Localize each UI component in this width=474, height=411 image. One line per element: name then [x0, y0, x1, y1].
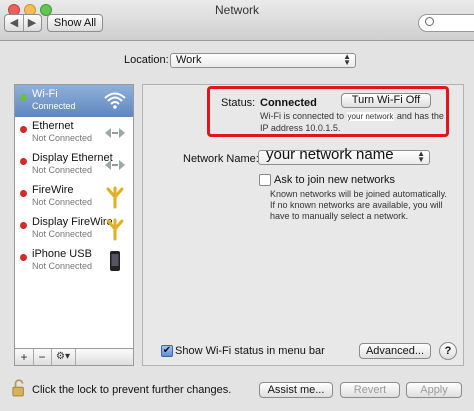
- service-name: Ethernet: [32, 120, 74, 132]
- ask-join-desc-line: Known networks will be joined automatica…: [270, 189, 447, 199]
- service-name: iPhone USB: [32, 248, 92, 260]
- service-status: Not Connected: [32, 261, 93, 271]
- status-value: Connected: [260, 97, 317, 109]
- ethernet-icon: [105, 128, 125, 138]
- service-name: FireWire: [32, 184, 74, 196]
- show-status-checkbox[interactable]: ✔: [161, 345, 173, 357]
- turn-wifi-off-button[interactable]: Turn Wi-Fi Off: [341, 93, 431, 108]
- location-label: Location:: [124, 54, 169, 66]
- status-dot: [20, 222, 27, 229]
- ask-join-description: Known networks will be joined automatica…: [270, 189, 447, 222]
- firewire-icon: [106, 218, 124, 241]
- lock-text: Click the lock to prevent further change…: [32, 384, 232, 396]
- ask-join-checkbox[interactable]: [259, 174, 271, 186]
- search-icon: [425, 17, 434, 26]
- ask-join-desc-line: If no known networks are available, you …: [270, 200, 443, 210]
- ask-join-label[interactable]: Ask to join new networks: [274, 174, 395, 186]
- ask-join-desc-line: have to manually select a network.: [270, 211, 409, 221]
- advanced-button[interactable]: Advanced...: [359, 343, 431, 359]
- iphone-icon: [110, 251, 120, 271]
- remove-service-button[interactable]: −: [33, 349, 52, 365]
- ip-address-text: IP address 10.0.1.5.: [260, 123, 341, 133]
- network-name-label: Network Name:: [183, 153, 259, 165]
- status-dot: [20, 190, 27, 197]
- show-all-button[interactable]: Show All: [47, 14, 103, 32]
- status-label: Status:: [221, 97, 256, 109]
- sidebar-item-firewire[interactable]: FireWire Not Connected: [15, 181, 133, 213]
- back-button[interactable]: ◀: [5, 15, 24, 31]
- sidebar-item-wifi[interactable]: Wi-Fi Connected: [15, 85, 133, 117]
- search-field[interactable]: [418, 14, 474, 32]
- chevron-updown-icon: ▲ ▼: [417, 149, 425, 164]
- chevron-updown-icon: ▲ ▼: [343, 52, 351, 67]
- back-forward-control: ◀ ▶: [4, 14, 42, 32]
- add-service-button[interactable]: +: [15, 349, 34, 365]
- network-name-overlay: your network: [346, 112, 395, 121]
- service-name: Display Ethernet: [32, 152, 113, 164]
- service-status: Not Connected: [32, 133, 93, 143]
- revert-button[interactable]: Revert: [340, 382, 400, 398]
- status-desc-prefix: Wi-Fi is connected to: [260, 111, 345, 121]
- status-dot: [20, 126, 27, 133]
- service-status: Not Connected: [32, 229, 93, 239]
- status-dot: [20, 158, 27, 165]
- service-name: Wi-Fi: [32, 88, 58, 100]
- sidebar-item-display-firewire[interactable]: Display FireWire Not Connected: [15, 213, 133, 245]
- status-desc-suffix: and has the: [396, 111, 444, 121]
- title-bar: Network ◀ ▶ Show All: [0, 0, 474, 41]
- sidebar-item-iphone-usb[interactable]: iPhone USB Not Connected: [15, 245, 133, 277]
- show-status-label[interactable]: Show Wi-Fi status in menu bar: [175, 345, 325, 357]
- apply-button[interactable]: Apply: [406, 382, 462, 398]
- location-value: Work: [176, 54, 202, 66]
- status-dot: [20, 94, 27, 101]
- service-action-menu[interactable]: ⚙▾: [51, 349, 76, 365]
- status-dot: [20, 254, 27, 261]
- location-select[interactable]: Work ▲ ▼: [170, 53, 356, 68]
- ethernet-icon: [105, 160, 125, 170]
- assist-me-button[interactable]: Assist me...: [259, 382, 333, 398]
- sidebar-item-ethernet[interactable]: Ethernet Not Connected: [15, 117, 133, 149]
- service-list-toolbar: + − ⚙▾: [14, 348, 134, 366]
- service-name: Display FireWire: [32, 216, 113, 228]
- service-status: Not Connected: [32, 197, 93, 207]
- status-description: Wi-Fi is connected to your network and h…: [260, 111, 444, 121]
- network-name-value: your network name: [266, 146, 394, 163]
- service-status: Connected: [32, 101, 76, 111]
- sidebar-item-display-ethernet[interactable]: Display Ethernet Not Connected: [15, 149, 133, 181]
- help-button[interactable]: ?: [439, 342, 457, 360]
- firewire-icon: [106, 186, 124, 209]
- forward-button[interactable]: ▶: [23, 15, 41, 31]
- service-status: Not Connected: [32, 165, 93, 175]
- lock-icon[interactable]: [12, 379, 26, 397]
- service-list: Wi-Fi Connected Ethernet Not Connected D…: [14, 84, 134, 366]
- wifi-icon: [104, 92, 126, 109]
